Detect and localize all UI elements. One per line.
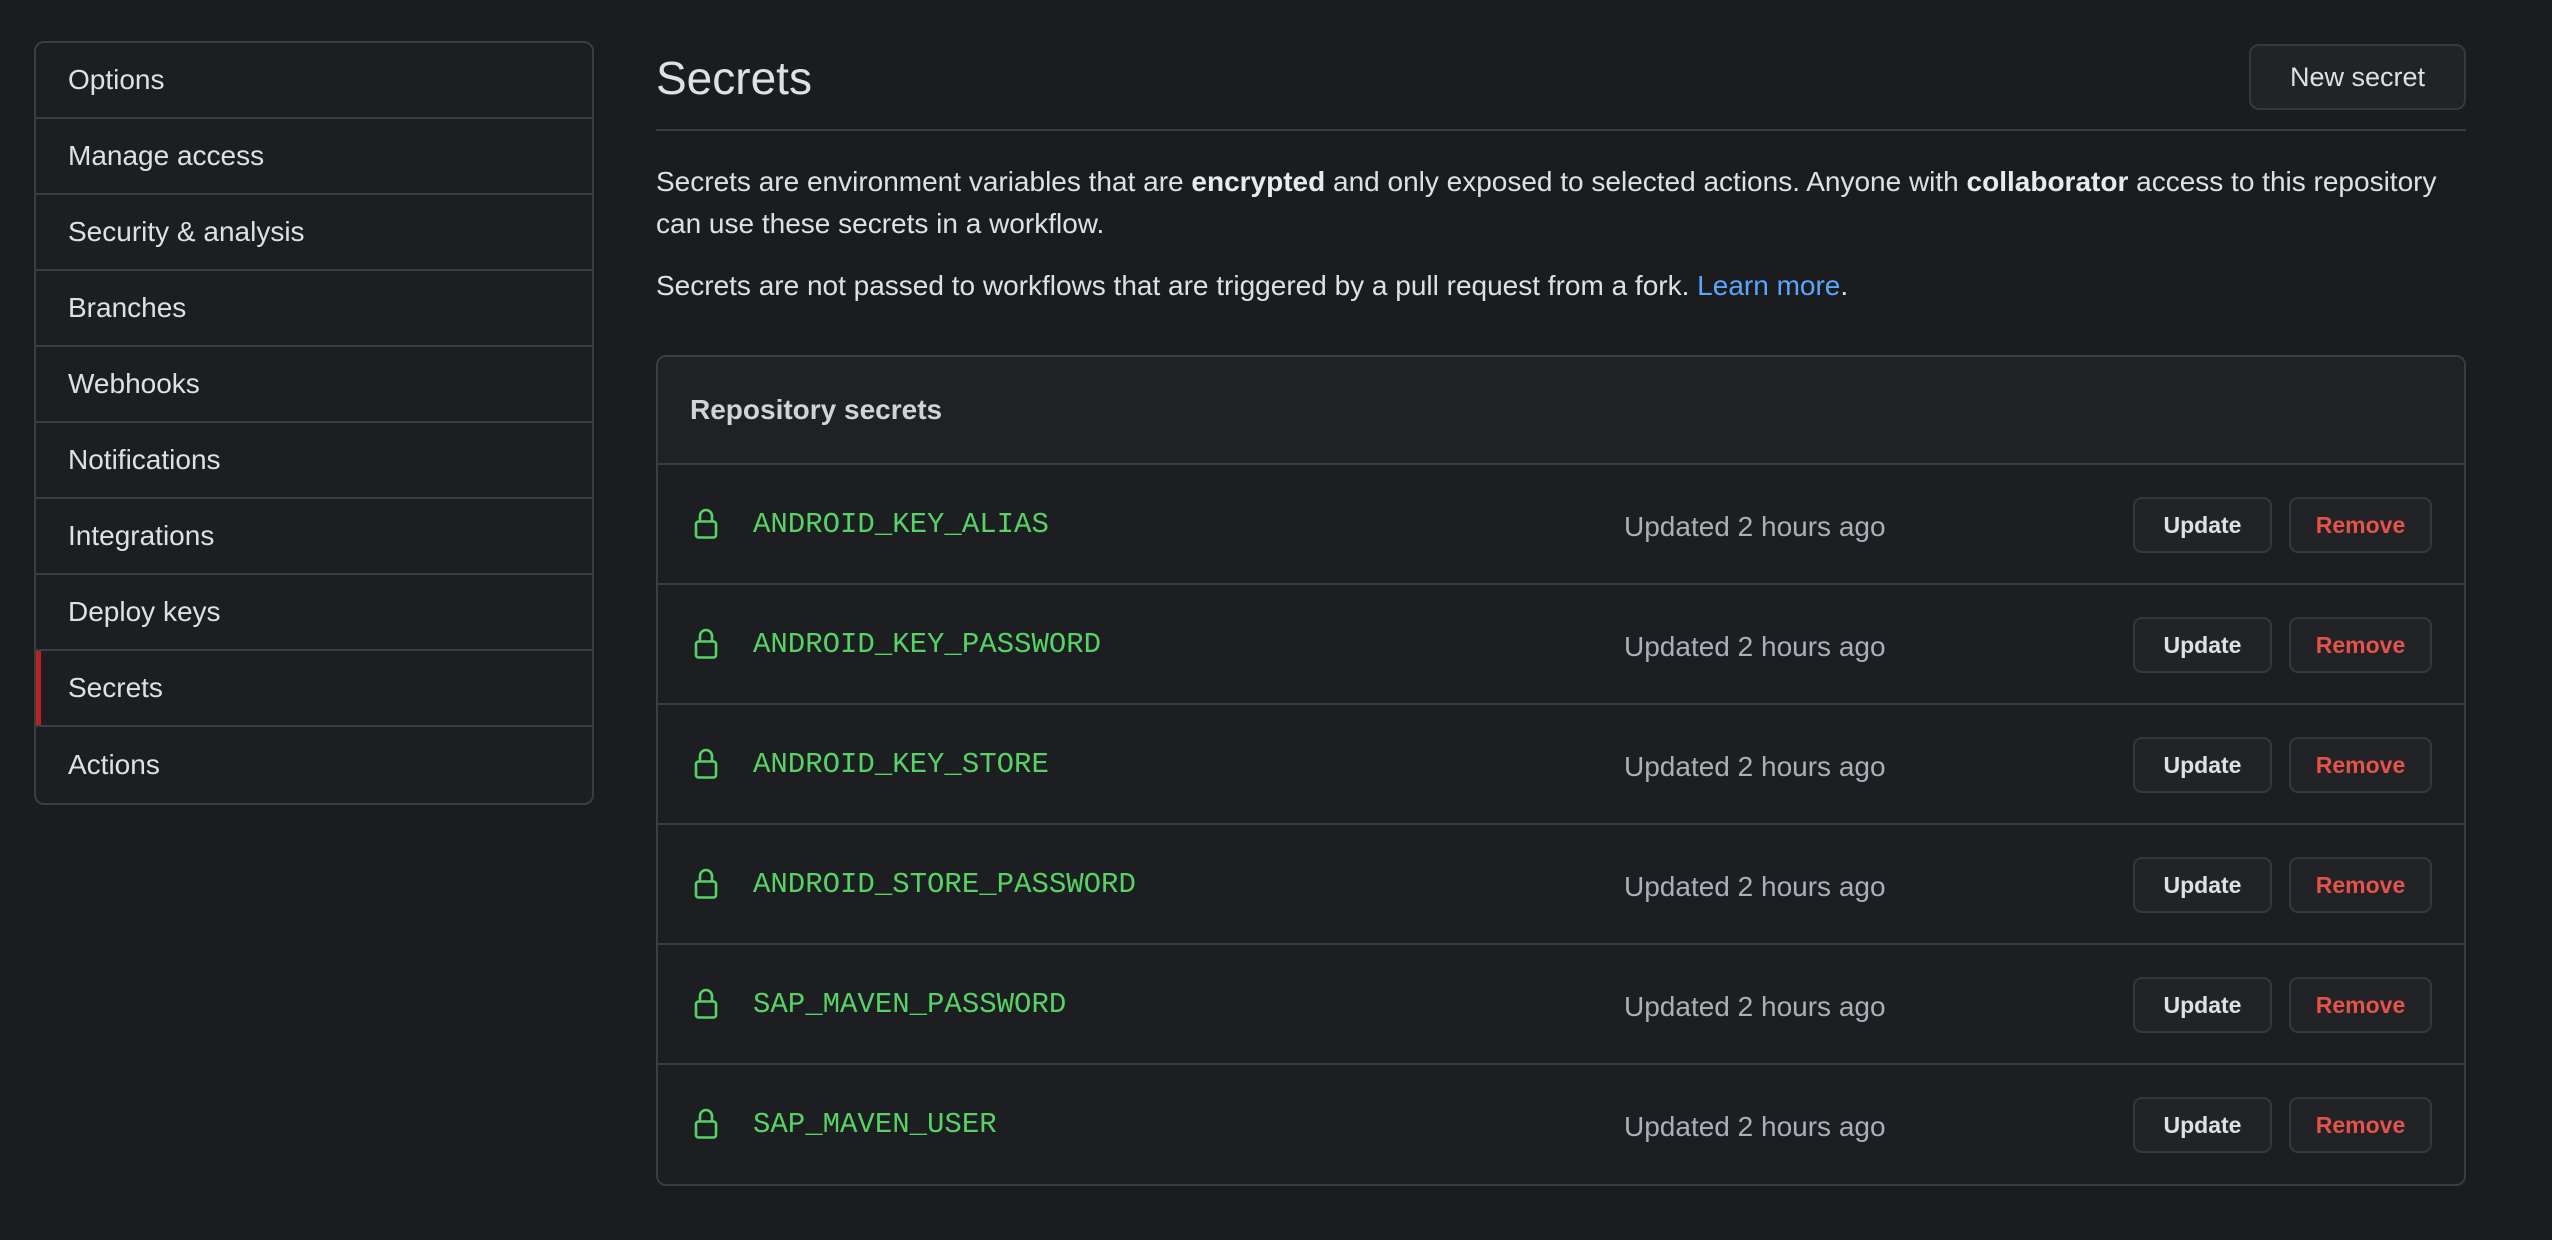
description-text: and only exposed to selected actions. An… (1325, 166, 1967, 197)
secret-updated-time: Updated 2 hours ago (1624, 631, 1886, 662)
update-secret-button[interactable]: Update (2133, 497, 2272, 553)
description-bold-collaborator: collaborator (1966, 166, 2129, 197)
remove-secret-button[interactable]: Remove (2289, 737, 2432, 793)
page-title: Secrets (656, 52, 812, 104)
sidebar-item-integrations[interactable]: Integrations (36, 499, 592, 575)
secret-updated-time: Updated 2 hours ago (1624, 1111, 1886, 1142)
secret-updated-time: Updated 2 hours ago (1624, 871, 1886, 902)
secret-updated-time: Updated 2 hours ago (1624, 511, 1886, 542)
update-secret-button[interactable]: Update (2133, 977, 2272, 1033)
secrets-description: Secrets are environment variables that a… (656, 161, 2466, 245)
secret-name: ANDROID_KEY_PASSWORD (753, 628, 1102, 661)
update-secret-button[interactable]: Update (2133, 617, 2272, 673)
secret-name: SAP_MAVEN_USER (753, 1108, 997, 1141)
sidebar-item-deploy-keys[interactable]: Deploy keys (36, 575, 592, 651)
secret-row: ANDROID_KEY_STORE Updated 2 hours ago Up… (658, 705, 2464, 825)
lock-icon (694, 1108, 718, 1139)
secret-updated-time: Updated 2 hours ago (1624, 991, 1886, 1022)
secret-row: ANDROID_KEY_PASSWORD Updated 2 hours ago… (658, 585, 2464, 705)
new-secret-button[interactable]: New secret (2249, 44, 2466, 110)
sidebar-item-options[interactable]: Options (36, 43, 592, 119)
secret-name: SAP_MAVEN_PASSWORD (753, 988, 1067, 1021)
secret-row: SAP_MAVEN_USER Updated 2 hours ago Updat… (658, 1065, 2464, 1184)
remove-secret-button[interactable]: Remove (2289, 497, 2432, 553)
sidebar-item-branches[interactable]: Branches (36, 271, 592, 347)
lock-icon (694, 748, 718, 779)
settings-sidebar: Options Manage access Security & analysi… (34, 41, 594, 805)
remove-secret-button[interactable]: Remove (2289, 977, 2432, 1033)
update-secret-button[interactable]: Update (2133, 737, 2272, 793)
remove-secret-button[interactable]: Remove (2289, 857, 2432, 913)
secret-name: ANDROID_KEY_STORE (753, 748, 1049, 781)
secret-updated-time: Updated 2 hours ago (1624, 751, 1886, 782)
secret-row: ANDROID_STORE_PASSWORD Updated 2 hours a… (658, 825, 2464, 945)
repository-secrets-heading: Repository secrets (658, 357, 2464, 465)
lock-icon (694, 868, 718, 899)
sidebar-item-webhooks[interactable]: Webhooks (36, 347, 592, 423)
sidebar-item-manage-access[interactable]: Manage access (36, 119, 592, 195)
fork-note-period: . (1840, 270, 1849, 301)
update-secret-button[interactable]: Update (2133, 1097, 2272, 1153)
description-bold-encrypted: encrypted (1191, 166, 1326, 197)
description-text: Secrets are environment variables that a… (656, 166, 1192, 197)
fork-note: Secrets are not passed to workflows that… (656, 265, 2466, 307)
secret-name: ANDROID_STORE_PASSWORD (753, 868, 1136, 901)
secret-row: ANDROID_KEY_ALIAS Updated 2 hours ago Up… (658, 465, 2464, 585)
sidebar-item-secrets[interactable]: Secrets (36, 651, 592, 727)
lock-icon (694, 988, 718, 1019)
lock-icon (694, 508, 718, 539)
main-content: Secrets New secret Secrets are environme… (656, 0, 2466, 1186)
lock-icon (694, 628, 718, 659)
sidebar-item-security-analysis[interactable]: Security & analysis (36, 195, 592, 271)
fork-note-text: Secrets are not passed to workflows that… (656, 270, 1698, 301)
learn-more-link[interactable]: Learn more (1697, 270, 1840, 301)
sidebar-item-notifications[interactable]: Notifications (36, 423, 592, 499)
page-header: Secrets New secret (656, 0, 2466, 131)
sidebar-item-actions[interactable]: Actions (36, 727, 592, 803)
repository-secrets-box: Repository secrets ANDROID_KEY_ALIAS Upd… (656, 355, 2466, 1186)
secret-row: SAP_MAVEN_PASSWORD Updated 2 hours ago U… (658, 945, 2464, 1065)
secret-name: ANDROID_KEY_ALIAS (753, 508, 1049, 541)
remove-secret-button[interactable]: Remove (2289, 1097, 2432, 1153)
update-secret-button[interactable]: Update (2133, 857, 2272, 913)
remove-secret-button[interactable]: Remove (2289, 617, 2432, 673)
